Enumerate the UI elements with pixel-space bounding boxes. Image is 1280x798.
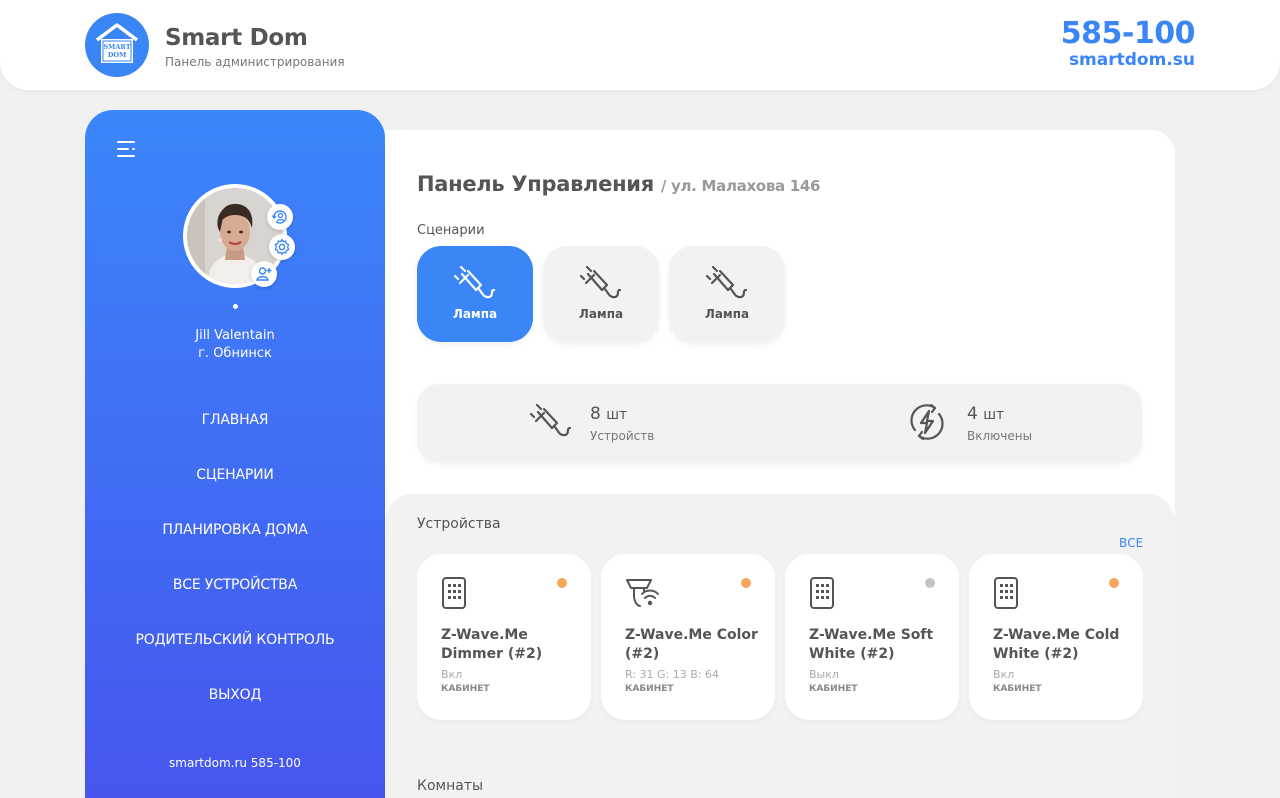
devices-section: Устройства ВСЕ Z-Wave.Me Dimmer (#2) Вкл… bbox=[385, 494, 1175, 798]
on-count-label: Включены bbox=[967, 429, 1033, 443]
settings-button[interactable] bbox=[269, 234, 295, 260]
main-nav: Главная Сценарии Планировка дома Все уст… bbox=[85, 400, 385, 730]
avatar[interactable] bbox=[183, 184, 295, 288]
scenario-card[interactable]: Лампа bbox=[669, 246, 785, 342]
nav-all-devices[interactable]: Все устройства bbox=[85, 565, 385, 620]
device-state: Вкл bbox=[993, 668, 1015, 681]
on-count-value: 4 bbox=[967, 404, 978, 424]
sidebar-footer: smartdom.ru 585-100 bbox=[169, 756, 301, 770]
logo[interactable]: SMART DOM bbox=[85, 13, 149, 77]
devices-heading: Устройства bbox=[417, 516, 501, 532]
scenario-label: Лампа bbox=[704, 307, 750, 321]
device-state: Вкл bbox=[441, 668, 463, 681]
scenario-label: Лампа bbox=[452, 307, 498, 321]
device-room: КАБИНЕТ bbox=[625, 684, 674, 694]
device-card[interactable]: Z-Wave.Me Soft White (#2) Выкл КАБИНЕТ bbox=[785, 554, 959, 720]
devices-count-unit: шт bbox=[606, 407, 628, 423]
device-name: Z-Wave.Me Soft White (#2) bbox=[809, 627, 934, 662]
switch-panel-icon bbox=[810, 577, 834, 609]
device-room: КАБИНЕТ bbox=[809, 684, 858, 694]
switch-account-button[interactable] bbox=[267, 204, 293, 230]
menu-toggle-icon[interactable] bbox=[117, 140, 137, 158]
device-card[interactable]: Z-Wave.Me Cold White (#2) Вкл КАБИНЕТ bbox=[969, 554, 1143, 720]
device-name: Z-Wave.Me Dimmer (#2) bbox=[441, 627, 543, 662]
svg-text:SMART: SMART bbox=[103, 43, 130, 51]
device-name: Z-Wave.Me Cold White (#2) bbox=[993, 627, 1120, 662]
status-dot bbox=[233, 304, 238, 309]
switch-panel-icon bbox=[442, 577, 466, 609]
device-status-dot bbox=[557, 578, 567, 588]
plug-icon bbox=[530, 403, 572, 437]
phone-number[interactable]: 585-100 bbox=[1061, 17, 1196, 51]
device-room: КАБИНЕТ bbox=[993, 684, 1042, 694]
device-state: R: 31 G: 13 B: 64 bbox=[625, 668, 719, 681]
add-user-icon bbox=[256, 267, 272, 281]
device-status-dot bbox=[1109, 578, 1119, 588]
device-card[interactable]: Z-Wave.Me Dimmer (#2) Вкл КАБИНЕТ bbox=[417, 554, 591, 720]
sidebar: Jill Valentain г. Обнинск Главная Сценар… bbox=[85, 110, 385, 798]
plug-icon bbox=[706, 265, 748, 299]
rooms-heading: Комнаты bbox=[417, 778, 484, 794]
power-cycle-icon bbox=[910, 403, 944, 441]
refresh-user-icon bbox=[271, 210, 287, 224]
scenario-label: Лампа bbox=[578, 307, 624, 321]
device-status-dot bbox=[741, 578, 751, 588]
device-state: Выкл bbox=[809, 668, 839, 681]
page-title: Панель Управления / ул. Малахова 146 bbox=[417, 172, 821, 196]
site-link[interactable]: smartdom.su bbox=[1069, 50, 1195, 70]
scenarios-heading: Сценарии bbox=[417, 223, 485, 238]
house-logo-icon: SMART DOM bbox=[95, 23, 139, 63]
on-count-unit: шт bbox=[983, 407, 1005, 423]
switch-panel-icon bbox=[994, 577, 1018, 609]
main-panel: Панель Управления / ул. Малахова 146 Сце… bbox=[385, 130, 1175, 798]
add-user-button[interactable] bbox=[251, 261, 277, 287]
all-devices-link[interactable]: ВСЕ bbox=[1119, 536, 1143, 550]
on-count: 4 шт bbox=[967, 404, 1004, 424]
nav-logout[interactable]: Выход bbox=[85, 675, 385, 730]
devices-count-value: 8 bbox=[590, 404, 601, 424]
nav-home[interactable]: Главная bbox=[85, 400, 385, 455]
devices-count-label: Устройств bbox=[590, 429, 655, 443]
wifi-lamp-icon bbox=[626, 579, 659, 607]
device-room: КАБИНЕТ bbox=[441, 684, 490, 694]
device-status-dot bbox=[925, 578, 935, 588]
brand-title: Smart Dom bbox=[165, 25, 308, 51]
nav-scenarios[interactable]: Сценарии bbox=[85, 455, 385, 510]
device-card[interactable]: Z-Wave.Me Color (#2) R: 31 G: 13 B: 64 К… bbox=[601, 554, 775, 720]
user-city: г. Обнинск bbox=[198, 346, 272, 361]
user-name: Jill Valentain bbox=[195, 328, 275, 343]
svg-text:DOM: DOM bbox=[108, 51, 127, 59]
page-title-text: Панель Управления bbox=[417, 172, 654, 196]
scenario-card[interactable]: Лампа bbox=[417, 246, 533, 342]
device-name: Z-Wave.Me Color (#2) bbox=[625, 627, 758, 662]
brand-subtitle: Панель администрирования bbox=[165, 55, 345, 69]
address: / ул. Малахова 146 bbox=[660, 177, 821, 195]
devices-count: 8 шт bbox=[590, 404, 627, 424]
plug-icon bbox=[454, 265, 496, 299]
plug-icon bbox=[580, 265, 622, 299]
gear-icon bbox=[274, 238, 290, 256]
stats-bar: 8 шт Устройств 4 шт Включены bbox=[417, 384, 1142, 462]
scenario-card[interactable]: Лампа bbox=[543, 246, 659, 342]
nav-parental-control[interactable]: Родительский контроль bbox=[85, 620, 385, 675]
nav-house-plan[interactable]: Планировка дома bbox=[85, 510, 385, 565]
top-header: SMART DOM Smart Dom Панель администриров… bbox=[0, 0, 1280, 90]
